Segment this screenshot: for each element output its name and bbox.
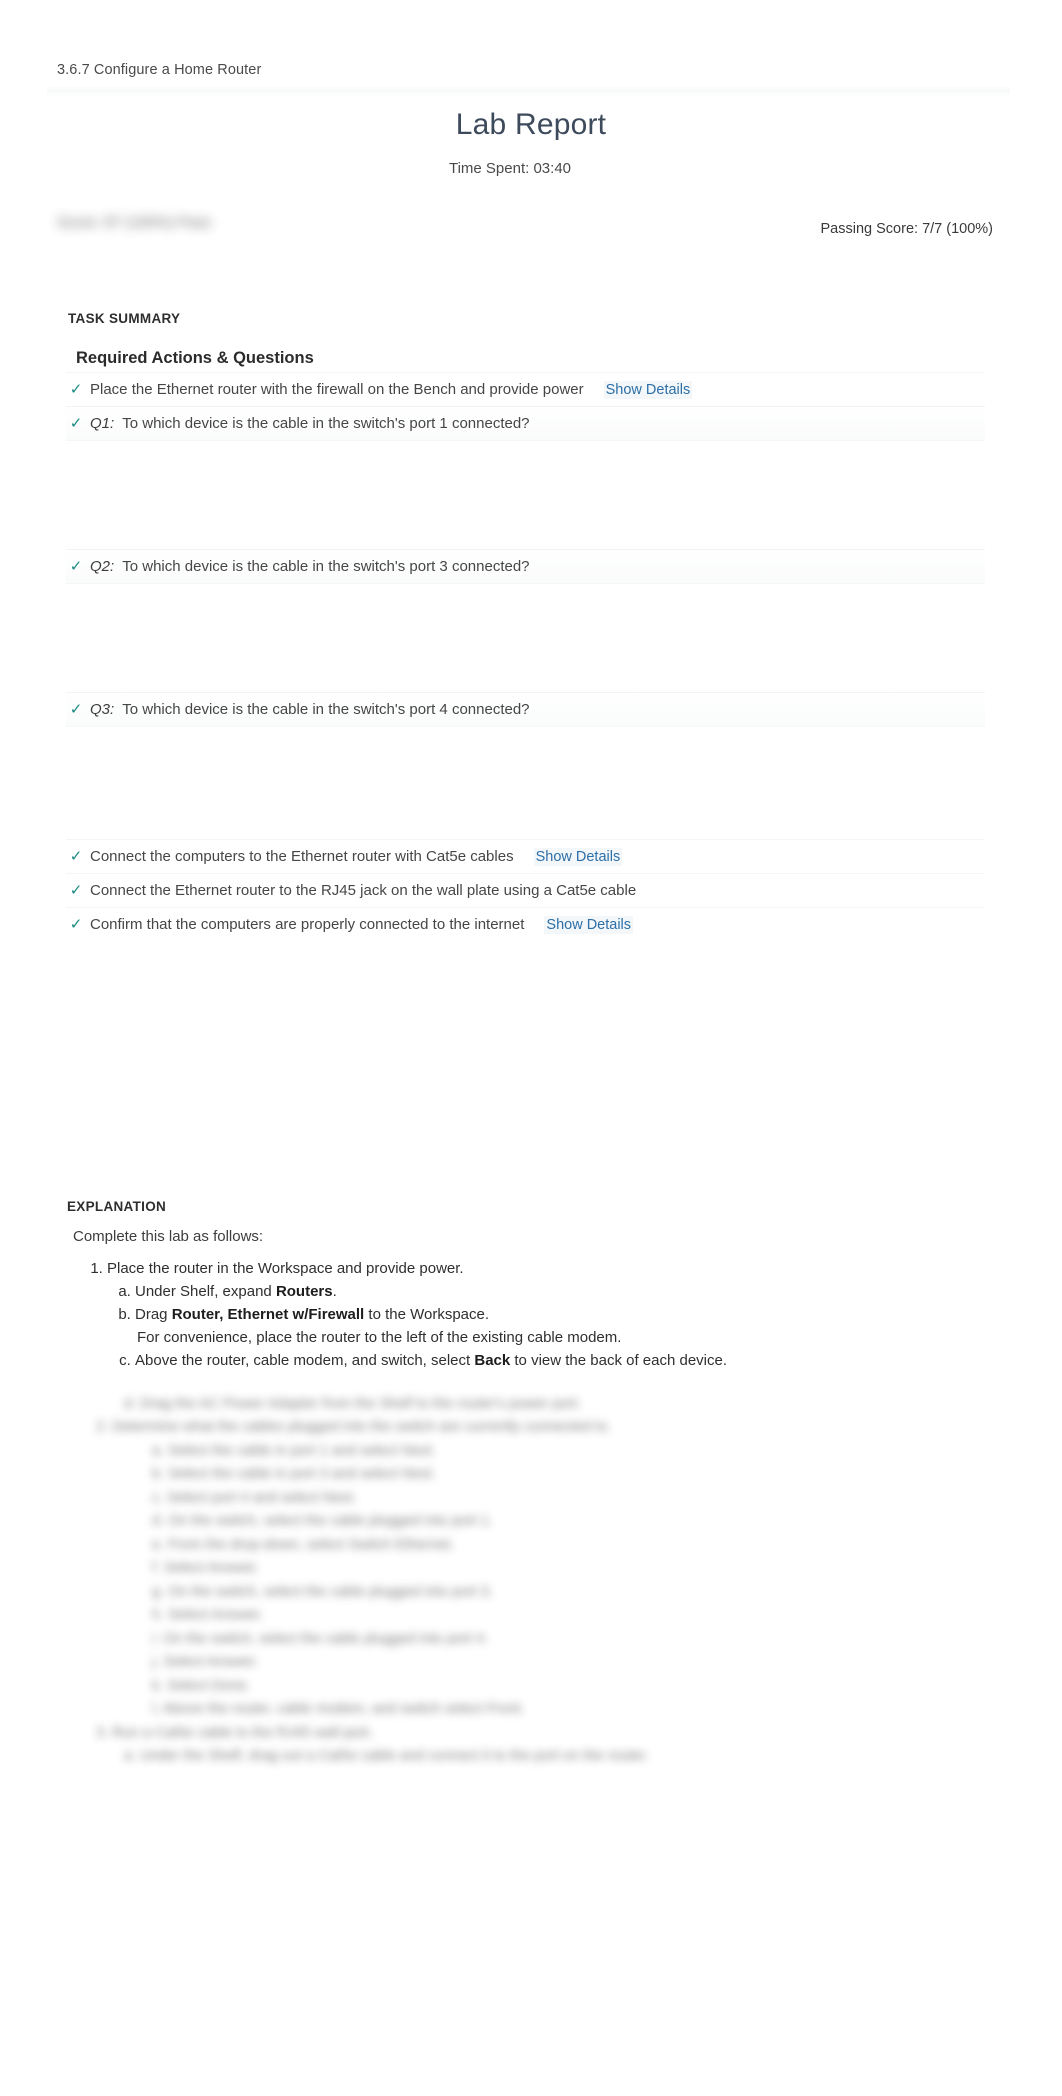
task-row: ✓ Q3: To which device is the cable in the… [66,692,985,726]
passing-score-text: Passing Score: 7/7 (100%) [820,221,993,237]
explanation-heading: EXPLANATION [67,1199,167,1214]
explanation-step-1a: Under Shelf, expand Routers. [135,1281,1007,1304]
lab-report-page: 3.6.7 Configure a Home Router Lab Report… [0,0,1062,2096]
answer-detail-area [66,440,985,549]
question-number-label: Q1: [90,415,115,432]
task-row: ✓ Place the Ethernet router with the fire… [66,372,985,406]
your-score-text: Score: 87 (100%) Pass [57,214,212,231]
answer-detail-area [66,726,985,839]
task-row-label: Connect the computers to the Ethernet ro… [90,848,514,865]
check-icon: ✓ [69,700,83,718]
answer-detail-area [66,583,985,692]
obscured-line: d. Drag the AC Power Adapter from the Sh… [124,1396,582,1412]
obscured-line: g. On the switch, select the cable plugg… [152,1583,493,1600]
obscured-line: f. Select Answer. [152,1560,260,1577]
obscured-line: j. Select Answer. [152,1654,259,1671]
explanation-substeps-1: Under Shelf, expand Routers. Drag Router… [107,1281,1007,1373]
task-row: ✓ Q1: To which device is the cable in the… [66,406,985,440]
step-1c-pre: Above the router, cable modem, and switc… [135,1351,475,1369]
step-1b-pre: Drag [135,1305,172,1323]
explanation-step-1c: Above the router, cable modem, and switc… [135,1350,1007,1373]
step-1b-bold: Router, Ethernet w/Firewall [171,1305,365,1323]
question-number-label: Q2: [90,558,115,575]
task-row: ✓ Connect the Ethernet router to the RJ45… [66,873,985,907]
task-summary-heading: TASK SUMMARY [68,311,181,326]
task-row: ✓ Q2: To which device is the cable in the… [66,549,985,583]
show-details-link[interactable]: Show Details [603,380,693,399]
step-1a-post: . [332,1282,337,1300]
check-icon: ✓ [69,847,83,865]
page-title: Lab Report [455,108,607,141]
explanation-step-1b: Drag Router, Ethernet w/Firewall to the … [135,1304,1007,1350]
explanation-step-1: Place the router in the Workspace and pr… [107,1258,1007,1373]
check-icon: ✓ [69,414,83,432]
obscured-line: c. Select port 4 and select Next. [152,1489,357,1506]
task-row: ✓ Confirm that the computers are properly… [66,907,985,941]
task-row-label: Q1: To which device is the cable in the … [90,415,530,432]
explanation-steps: Place the router in the Workspace and pr… [73,1258,1007,1375]
obscured-line: e. From the drop-down, select Switch Eth… [152,1536,455,1553]
show-details-link[interactable]: Show Details [533,847,623,866]
obscured-line: a. Select the cable in port 1 and select… [152,1442,436,1459]
obscured-line: k. Select Done. [152,1677,251,1694]
task-row-label: Connect the Ethernet router to the RJ45 … [90,882,637,899]
obscured-line: d. On the switch, select the cable plugg… [152,1513,493,1530]
obscured-line: a. Under the Shelf, drag out a Cat5e cab… [124,1748,649,1765]
explanation-intro: Complete this lab as follows: [73,1228,264,1245]
step-1c-bold: Back [474,1351,511,1369]
time-spent-text: Time Spent: 03:40 [448,160,571,177]
obscured-line: i. On the switch, select the cable plugg… [152,1630,489,1647]
obscured-line: h. Select Answer. [152,1607,264,1624]
step-1c-post: to view the back of each device. [510,1351,728,1369]
step-1a-bold: Routers [275,1282,333,1300]
obscured-line: b. Select the cable in port 3 and select… [152,1466,436,1483]
check-icon: ✓ [69,380,83,398]
breadcrumb-divider [47,86,1010,96]
breadcrumb[interactable]: 3.6.7 Configure a Home Router [57,62,261,78]
check-icon: ✓ [69,915,83,933]
obscured-line: l. Above the router, cable modem, and sw… [152,1701,525,1718]
required-actions-subheading: Required Actions & Questions [76,349,314,367]
check-icon: ✓ [69,557,83,575]
your-score-obscured: Score: 87 (100%) Pass [57,214,211,231]
task-row-label: Q3: To which device is the cable in the … [90,701,530,718]
task-list: ✓ Place the Ethernet router with the fire… [66,372,985,941]
task-row-label: Confirm that the computers are properly … [90,916,525,933]
question-number-label: Q3: [90,701,115,718]
step-1b-post: to the Workspace. [364,1305,490,1323]
check-icon: ✓ [69,881,83,899]
obscured-line: 3. Run a Cat5e cable to the RJ45 wall ja… [96,1724,374,1741]
show-details-link[interactable]: Show Details [544,915,634,934]
task-row-label: Q2: To which device is the cable in the … [90,558,530,575]
task-row: ✓ Connect the computers to the Ethernet r… [66,839,985,873]
obscured-explanation-block: d. Drag the AC Power Adapter from the Sh… [66,1393,986,1769]
obscured-line: 2. Determine what the cables plugged int… [96,1419,612,1436]
explanation-step-1-text: Place the router in the Workspace and pr… [107,1260,464,1277]
explanation-step-1b-note: For convenience, place the router to the… [137,1328,622,1346]
task-row-label: Place the Ethernet router with the firew… [90,381,584,398]
step-1a-pre: Under Shelf, expand [135,1282,276,1300]
score-row: Score: 87 (100%) Pass Passing Score: 7/7… [57,214,993,248]
